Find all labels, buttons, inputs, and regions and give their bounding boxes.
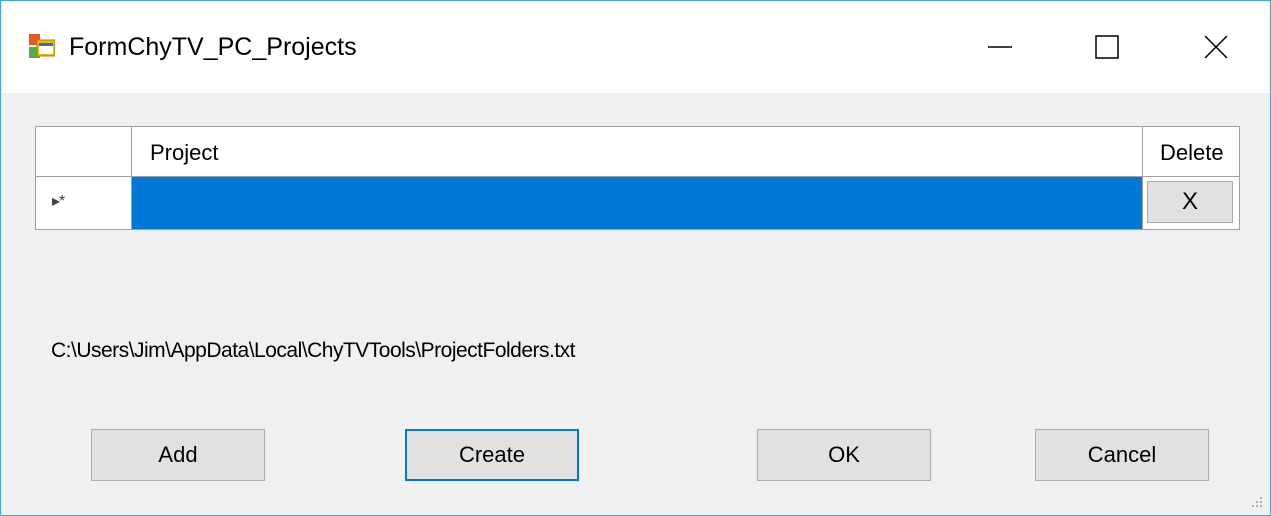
resize-grip-icon[interactable] [1250,495,1264,509]
create-button[interactable]: Create [405,429,579,481]
maximize-icon [1095,35,1119,59]
minimize-button[interactable] [954,1,1046,93]
minimize-icon [988,46,1012,48]
cancel-button[interactable]: Cancel [1035,429,1209,481]
header-row-selector[interactable] [36,127,132,176]
column-header-delete[interactable]: Delete [1143,127,1239,176]
column-header-project[interactable]: Project [132,127,1143,176]
close-button[interactable] [1170,1,1262,93]
project-cell[interactable] [132,177,1143,229]
delete-row-button[interactable]: X [1147,181,1233,223]
close-icon [1204,35,1228,59]
form-window: FormChyTV_PC_Projects Project Delete ▸* [0,0,1271,516]
windows-form-icon [29,34,55,58]
projects-grid[interactable]: Project Delete ▸* X [35,126,1240,230]
row-selector[interactable]: ▸* [36,177,132,229]
new-row-indicator: ▸* [52,193,65,210]
project-file-path: C:\Users\Jim\AppData\Local\ChyTVTools\Pr… [51,339,576,362]
delete-cell: X [1143,177,1239,229]
title-bar[interactable]: FormChyTV_PC_Projects [1,1,1270,93]
maximize-button[interactable] [1062,1,1154,93]
window-title: FormChyTV_PC_Projects [69,33,357,61]
ok-button[interactable]: OK [757,429,931,481]
grid-header: Project Delete [36,127,1239,177]
add-button[interactable]: Add [91,429,265,481]
